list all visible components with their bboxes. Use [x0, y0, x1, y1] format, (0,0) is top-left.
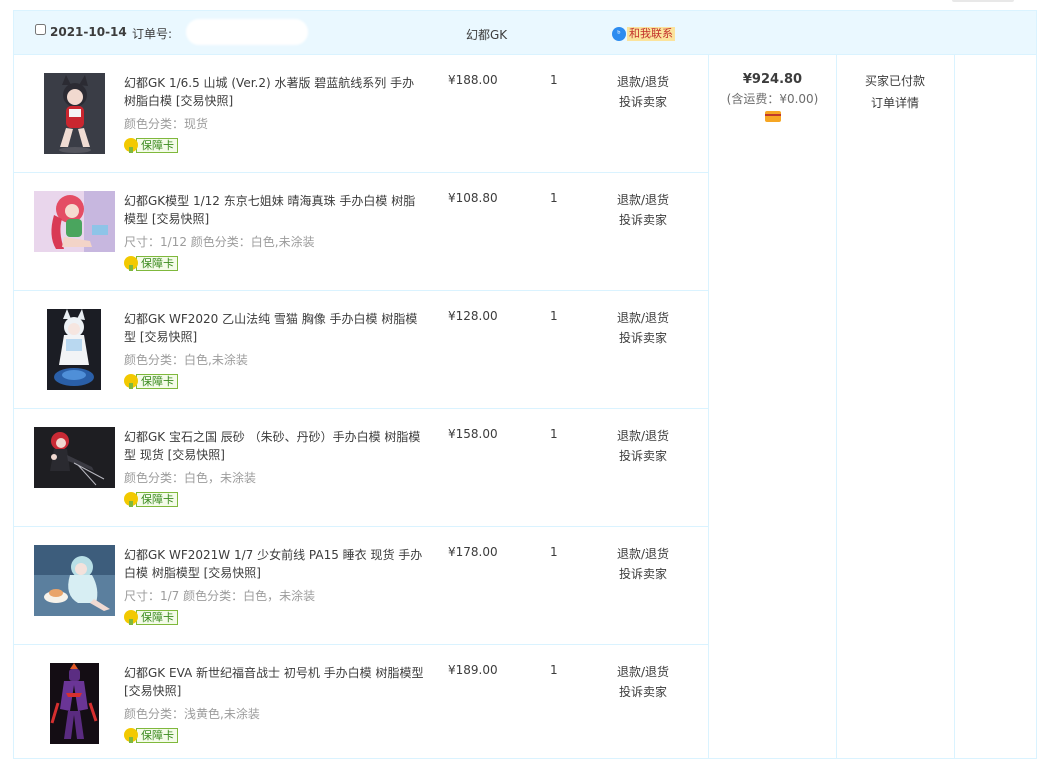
product-quantity: 1: [550, 545, 558, 559]
tulip-icon: [124, 256, 138, 271]
order-select-checkbox[interactable]: [35, 24, 46, 35]
order-status-cell: 买家已付款 订单详情: [836, 55, 954, 111]
product-properties: 颜色分类：白色，未涂装: [124, 471, 257, 485]
product-properties: 尺寸：1/7 颜色分类：白色，未涂装: [124, 589, 316, 603]
tulip-icon: [124, 728, 138, 743]
order-shipping-fee: (含运费：¥0.00): [726, 92, 819, 106]
product-title-link[interactable]: 幻都GK 宝石之国 辰砂 （朱砂、丹砂）手办白模 树脂模型 现货 [交易快照]: [124, 428, 424, 464]
order-date: 2021-10-14: [50, 25, 127, 39]
guarantee-card-label: 保障卡: [136, 255, 178, 271]
guarantee-card-label: 保障卡: [136, 727, 178, 743]
guarantee-card-badge[interactable]: 保障卡: [124, 727, 178, 743]
product-thumbnail[interactable]: [34, 191, 115, 252]
order-item-row: 幻都GK WF2021W 1/7 少女前线 PA15 睡衣 现货 手办白模 树脂…: [14, 527, 708, 645]
guarantee-card-label: 保障卡: [136, 137, 178, 153]
product-price: ¥178.00: [448, 545, 498, 559]
order-item-row: 幻都GK 1/6.5 山城 (Ver.2) 水著版 碧蓝航线系列 手办树脂白模 …: [14, 55, 708, 173]
guarantee-card-badge[interactable]: 保障卡: [124, 491, 178, 507]
complain-seller-link[interactable]: 投诉卖家: [619, 565, 667, 582]
order-header: 2021-10-14 订单号: 幻都GK ᵇ 和我联系: [14, 11, 1036, 55]
complain-seller-link[interactable]: 投诉卖家: [619, 683, 667, 700]
product-thumbnail[interactable]: [47, 309, 101, 390]
guarantee-card-badge[interactable]: 保障卡: [124, 137, 178, 153]
product-price: ¥158.00: [448, 427, 498, 441]
order-item-row: 幻都GK模型 1/12 东京七姐妹 晴海真珠 手办白模 树脂模型 [交易快照] …: [14, 173, 708, 291]
product-thumbnail[interactable]: [44, 73, 105, 154]
product-title-link[interactable]: 幻都GK模型 1/12 东京七姐妹 晴海真珠 手办白模 树脂模型 [交易快照]: [124, 192, 424, 228]
figure-image-icon: [50, 663, 99, 744]
guarantee-card-badge[interactable]: 保障卡: [124, 609, 178, 625]
product-price: ¥108.80: [448, 191, 498, 205]
product-properties: 尺寸：1/12 颜色分类：白色,未涂装: [124, 235, 315, 249]
top-scroll-strip: [952, 0, 1014, 2]
chat-bubble-icon: ᵇ: [612, 27, 626, 41]
complain-seller-link[interactable]: 投诉卖家: [619, 93, 667, 110]
figure-image-icon: [47, 309, 101, 390]
order-total-cell: ¥924.80 (含运费：¥0.00): [709, 55, 836, 122]
product-thumbnail[interactable]: [34, 545, 115, 616]
guarantee-card-badge[interactable]: 保障卡: [124, 373, 178, 389]
guarantee-card-label: 保障卡: [136, 373, 178, 389]
order-item-row: 幻都GK 宝石之国 辰砂 （朱砂、丹砂）手办白模 树脂模型 现货 [交易快照] …: [14, 409, 708, 527]
shop-name-link[interactable]: 幻都GK: [466, 26, 507, 43]
complain-seller-link[interactable]: 投诉卖家: [619, 329, 667, 346]
product-quantity: 1: [550, 663, 558, 677]
refund-return-link[interactable]: 退款/退货: [617, 73, 669, 90]
product-thumbnail[interactable]: [50, 663, 99, 744]
refund-return-link[interactable]: 退款/退货: [617, 663, 669, 680]
product-price: ¥189.00: [448, 663, 498, 677]
column-divider: [836, 55, 837, 758]
figure-image-icon: [34, 545, 115, 616]
order-item-row: 幻都GK EVA 新世纪福音战士 初号机 手办白模 树脂模型 [交易快照] 颜色…: [14, 645, 708, 759]
figure-image-icon: [34, 191, 115, 252]
guarantee-card-label: 保障卡: [136, 491, 178, 507]
product-price: ¥128.00: [448, 309, 498, 323]
column-divider: [708, 55, 709, 758]
column-divider: [954, 55, 955, 758]
order-number-label: 订单号:: [132, 27, 173, 41]
tulip-icon: [124, 138, 138, 153]
product-title-link[interactable]: 幻都GK 1/6.5 山城 (Ver.2) 水著版 碧蓝航线系列 手办树脂白模 …: [124, 74, 424, 110]
product-quantity: 1: [550, 309, 558, 323]
complain-seller-link[interactable]: 投诉卖家: [619, 447, 667, 464]
order-detail-link[interactable]: 订单详情: [836, 94, 954, 111]
order-number-redacted: [186, 19, 308, 45]
product-properties: 颜色分类：白色,未涂装: [124, 353, 248, 367]
order-item-row: 幻都GK WF2020 乙山法纯 雪猫 胸像 手办白模 树脂模型 [交易快照] …: [14, 291, 708, 409]
product-price: ¥188.00: [448, 73, 498, 87]
tulip-icon: [124, 374, 138, 389]
complain-seller-link[interactable]: 投诉卖家: [619, 211, 667, 228]
product-quantity: 1: [550, 427, 558, 441]
refund-return-link[interactable]: 退款/退货: [617, 545, 669, 562]
tulip-icon: [124, 610, 138, 625]
figure-image-icon: [44, 73, 105, 154]
order-status: 买家已付款: [864, 74, 925, 88]
contact-seller-label: 和我联系: [627, 27, 675, 41]
guarantee-card-badge[interactable]: 保障卡: [124, 255, 178, 271]
product-quantity: 1: [550, 191, 558, 205]
figure-image-icon: [34, 427, 115, 488]
tulip-icon: [124, 492, 138, 507]
contact-seller-button[interactable]: ᵇ 和我联系: [612, 26, 675, 42]
product-thumbnail[interactable]: [34, 427, 115, 488]
credit-card-icon[interactable]: [764, 111, 781, 122]
order-card: 2021-10-14 订单号: 幻都GK ᵇ 和我联系 幻都GK 1/6.5 山…: [13, 10, 1037, 759]
refund-return-link[interactable]: 退款/退货: [617, 309, 669, 326]
guarantee-card-label: 保障卡: [136, 609, 178, 625]
product-properties: 颜色分类：浅黄色,未涂装: [124, 707, 260, 721]
product-title-link[interactable]: 幻都GK EVA 新世纪福音战士 初号机 手办白模 树脂模型 [交易快照]: [124, 664, 424, 700]
order-total-amount: ¥924.80: [742, 72, 803, 87]
product-title-link[interactable]: 幻都GK WF2020 乙山法纯 雪猫 胸像 手办白模 树脂模型 [交易快照]: [124, 310, 424, 346]
refund-return-link[interactable]: 退款/退货: [617, 191, 669, 208]
product-quantity: 1: [550, 73, 558, 87]
product-properties: 颜色分类：现货: [124, 117, 209, 131]
product-title-link[interactable]: 幻都GK WF2021W 1/7 少女前线 PA15 睡衣 现货 手办白模 树脂…: [124, 546, 424, 582]
refund-return-link[interactable]: 退款/退货: [617, 427, 669, 444]
